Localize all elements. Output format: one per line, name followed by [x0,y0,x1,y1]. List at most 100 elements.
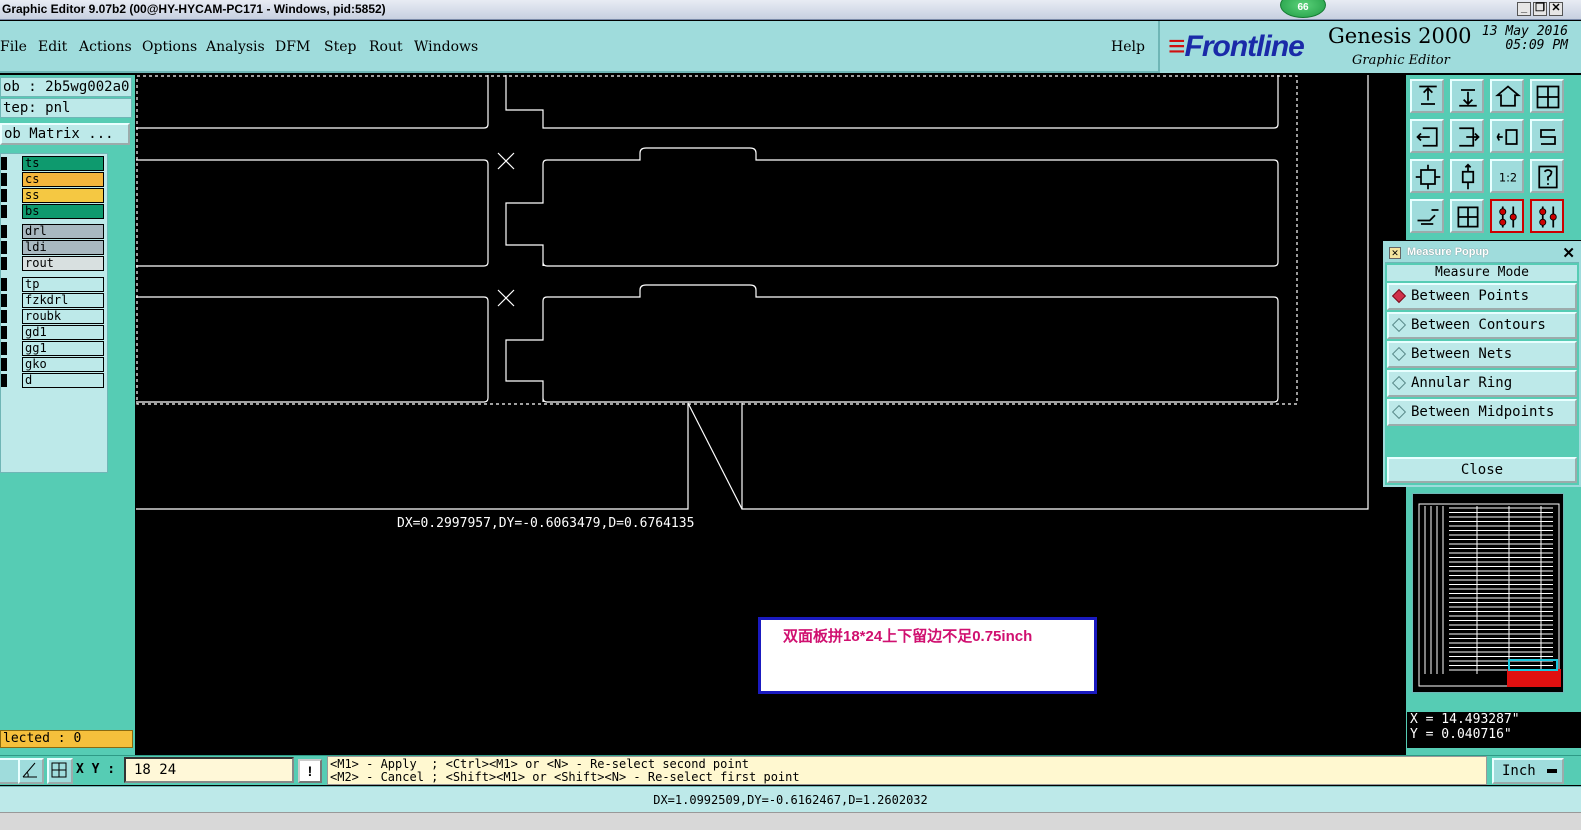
snap-up-button[interactable] [1410,79,1444,113]
redraw-button[interactable] [1530,119,1564,153]
menu-analysis[interactable]: Analysis [206,39,265,55]
layer-checkbox[interactable] [1,225,7,238]
xy-input[interactable]: 18 24 [124,757,294,783]
notification-badge[interactable]: 66 [1280,0,1326,18]
snap-angle-button[interactable] [18,758,44,784]
grid-button[interactable] [1450,199,1484,233]
fit-all-button[interactable] [1410,159,1444,193]
layer-checkbox[interactable] [1,294,7,307]
layer-checkbox[interactable] [1,358,7,371]
layer-scrollbar[interactable] [110,150,132,470]
snap-down-button[interactable] [1450,79,1484,113]
radio-icon [1391,375,1407,391]
menu-dfm[interactable]: DFM [275,39,310,55]
layer-row[interactable]: d [1,373,107,388]
layer-toggle-button[interactable] [0,758,20,784]
layer-checkbox[interactable] [1,374,7,387]
move-left-button[interactable] [1410,119,1444,153]
layer-row[interactable]: cs [1,172,107,187]
layer-checkbox[interactable] [1,278,7,291]
measure-option[interactable]: Between Midpoints [1387,399,1577,426]
layer-checkbox[interactable] [1,189,7,202]
layer-name[interactable]: drl [22,224,104,239]
close-icon[interactable]: ✕ [1562,244,1575,262]
layer-row[interactable]: drl [1,224,107,239]
dropdown-icon [1547,769,1557,773]
layer-row[interactable]: ss [1,188,107,203]
window-icon [1536,85,1560,109]
layer-row[interactable]: ts [1,156,107,171]
measure-option[interactable]: Between Contours [1387,312,1577,339]
layer-checkbox[interactable] [1,342,7,355]
wrench-button[interactable] [1410,199,1444,233]
menu-actions[interactable]: Actions [79,39,132,55]
layer-row[interactable]: bs [1,204,107,219]
layer-name[interactable]: gg1 [22,341,104,356]
overview-map[interactable] [1412,493,1564,693]
layer-row[interactable]: rout [1,256,107,271]
fit-zoom-button[interactable] [1450,159,1484,193]
layer-row[interactable]: roubk [1,309,107,324]
home-button[interactable] [1490,79,1524,113]
layer-name[interactable]: ss [22,188,104,203]
layer-checkbox[interactable] [1,241,7,254]
layer-name[interactable]: gd1 [22,325,104,340]
board-mid-left [136,159,489,267]
layer-checkbox[interactable] [1,326,7,339]
layer-row[interactable]: fzkdrl [1,293,107,308]
layer-name[interactable]: roubk [22,309,104,324]
layer-name[interactable]: gko [22,357,104,372]
layer-name[interactable]: ldi [22,240,104,255]
grid-snap-icon [51,762,67,778]
measure-option[interactable]: Between Nets [1387,341,1577,368]
layer-name[interactable]: ts [22,156,104,171]
undo-view-button[interactable] [1490,119,1524,153]
layer-row[interactable]: tp [1,277,107,292]
layer-checkbox[interactable] [1,257,7,270]
close-window-button[interactable]: ✕ [1549,2,1563,16]
layer-checkbox[interactable] [1,310,7,323]
restore-button[interactable]: ❐ [1533,2,1547,16]
close-button[interactable]: Close [1387,457,1577,483]
layer-name[interactable]: d [22,373,104,388]
product-subtitle: Graphic Editor [1352,53,1450,68]
layer-row[interactable]: gko [1,357,107,372]
layer-checkbox[interactable] [1,157,7,170]
layer-row[interactable]: ldi [1,240,107,255]
layer-name[interactable]: tp [22,277,104,292]
alert-button[interactable]: ! [298,759,322,783]
net-a-button[interactable] [1490,199,1524,233]
measure-popup-header: ✕ Measure Popup ✕ [1385,243,1579,263]
measure-option[interactable]: Between Points [1387,283,1577,310]
menu-options[interactable]: Options [142,39,197,55]
layer-row[interactable]: gd1 [1,325,107,340]
minimize-button[interactable]: _ [1517,2,1531,16]
net-b-icon [1539,206,1557,228]
measure-option[interactable]: Annular Ring [1387,370,1577,397]
popup-menu-icon[interactable]: ✕ [1389,247,1401,259]
ratio-button[interactable]: 1:2 [1490,159,1524,193]
menu-file[interactable]: File [0,39,27,55]
net-b-button[interactable] [1530,199,1564,233]
window-button[interactable] [1530,79,1564,113]
help-button[interactable] [1530,159,1564,193]
unit-selector[interactable]: Inch [1492,758,1564,784]
ratio-icon: 1:2 [1499,170,1517,184]
job-matrix-button[interactable]: ob Matrix ... [0,123,130,145]
layer-name[interactable]: rout [22,256,104,271]
menu-help[interactable]: Help [1111,39,1145,55]
layer-checkbox[interactable] [1,205,7,218]
overview-drawing [1418,503,1561,687]
menu-edit[interactable]: Edit [38,39,67,55]
layer-checkbox[interactable] [1,173,7,186]
menu-windows[interactable]: Windows [414,39,478,55]
move-right-button[interactable] [1450,119,1484,153]
layer-name[interactable]: cs [22,172,104,187]
layer-name[interactable]: bs [22,204,104,219]
menu-step[interactable]: Step [324,39,356,55]
cursor-coordinates: X = 14.493287" Y = 0.040716" [1407,712,1581,748]
grid-snap-button[interactable] [47,758,73,784]
layer-name[interactable]: fzkdrl [22,293,104,308]
menu-rout[interactable]: Rout [369,39,403,55]
layer-row[interactable]: gg1 [1,341,107,356]
